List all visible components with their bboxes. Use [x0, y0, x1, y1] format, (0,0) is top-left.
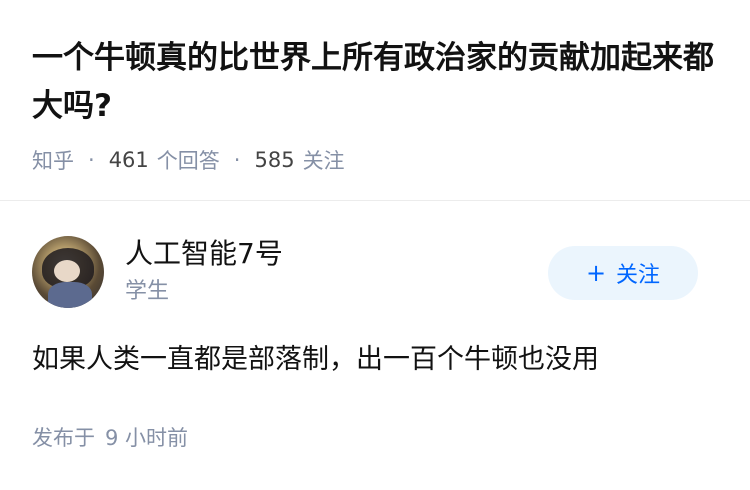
avatar[interactable] [32, 236, 104, 308]
author-headline: 学生 [125, 279, 170, 304]
author-name[interactable]: 人工智能7号 [125, 234, 283, 274]
follow-button[interactable]: + 关注 [548, 246, 698, 300]
follow-button-label: 关注 [616, 263, 661, 288]
follower-count-label: 关注 [302, 149, 345, 173]
answer-timestamp: 发布于 9 小时前 [32, 422, 188, 454]
answer-content[interactable]: 如果人类一直都是部落制，出一百个牛顿也没用 [32, 338, 732, 382]
time-value: 9 小时前 [105, 426, 189, 450]
section-divider [0, 200, 750, 201]
question-meta: 知乎 · 461 个回答 · 585 关注 [32, 143, 345, 177]
follower-count: 585 [254, 148, 295, 172]
answer-count: 461 [108, 148, 149, 172]
plus-icon: + [585, 259, 607, 287]
answer-count-label[interactable]: 个回答 [157, 145, 220, 175]
question-title[interactable]: 一个牛顿真的比世界上所有政治家的贡献加起来都大吗? [32, 34, 722, 130]
meta-separator: · [88, 148, 95, 172]
source-label[interactable]: 知乎 [32, 145, 74, 175]
meta-separator: · [233, 148, 241, 172]
time-prefix: 发布于 [32, 426, 95, 450]
